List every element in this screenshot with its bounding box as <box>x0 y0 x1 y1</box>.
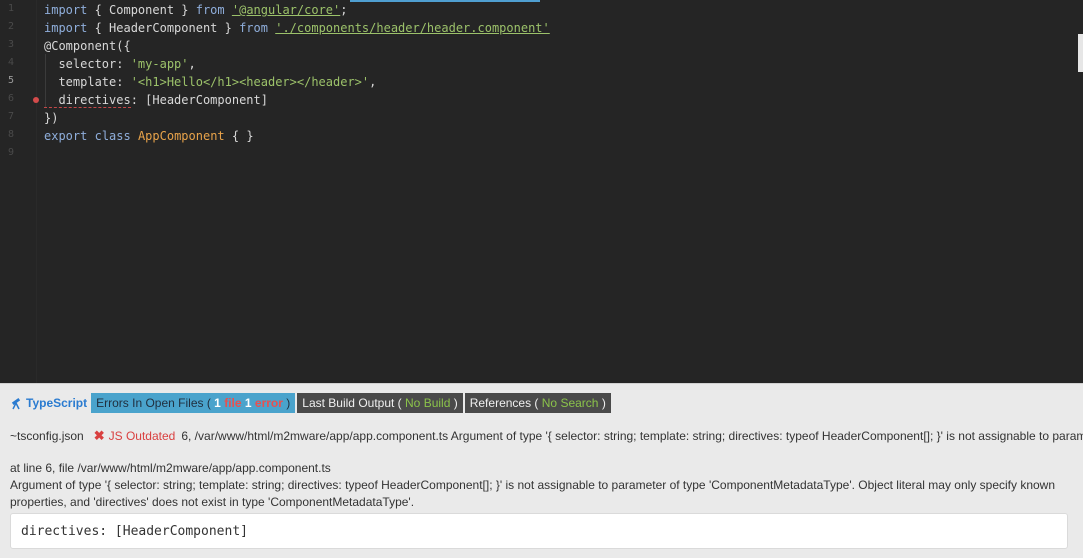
typescript-brand[interactable]: TypeScript <box>10 396 87 410</box>
module-path-link[interactable]: './components/header/header.component' <box>275 21 550 35</box>
line-number: 7 <box>7 111 14 122</box>
error-code-snippet: directives: [HeaderComponent] <box>10 513 1068 549</box>
line-number: 2 <box>7 21 14 32</box>
code-line-5[interactable]: template: '<h1>Hello</h1><header></heade… <box>44 73 376 91</box>
brand-label: TypeScript <box>26 396 88 410</box>
line-number: 8 <box>7 129 14 140</box>
code-line-2[interactable]: import { HeaderComponent } from './compo… <box>44 19 550 37</box>
editor-tab-indicator <box>350 0 540 2</box>
line-number-active: 5 <box>7 75 14 86</box>
panel-tabbar: TypeScript Errors In Open Files ( 1 file… <box>0 393 613 413</box>
app-window: 1 2 3 4 5 6 7 8 9 import { Component } f… <box>0 0 1083 558</box>
status-message: 6, /var/www/html/m2mware/app/app.compone… <box>181 429 1083 443</box>
tab-errors-in-open-files[interactable]: Errors In Open Files ( 1 file 1 error ) <box>91 393 296 413</box>
module-path-link[interactable]: '@angular/core' <box>232 3 340 17</box>
code-editor[interactable]: 1 2 3 4 5 6 7 8 9 import { Component } f… <box>0 0 1083 383</box>
error-location[interactable]: at line 6, file /var/www/html/m2mware/ap… <box>10 460 1070 477</box>
code-line-8[interactable]: export class AppComponent { } <box>44 127 254 145</box>
scrollbar-thumb[interactable] <box>1078 34 1083 72</box>
line-gutter: 1 2 3 4 5 6 7 8 9 <box>0 0 37 383</box>
tsconfig-link[interactable]: ~tsconfig.json <box>10 429 84 443</box>
code-line-7[interactable]: }) <box>44 109 58 127</box>
code-line-3[interactable]: @Component({ <box>44 37 131 55</box>
line-number: 3 <box>7 39 14 50</box>
status-row: ~tsconfig.json ✖ JS Outdated 6, /var/www… <box>10 428 1083 444</box>
error-message: Argument of type '{ selector: string; te… <box>10 478 1056 509</box>
typescript-panel: TypeScript Errors In Open Files ( 1 file… <box>0 383 1083 558</box>
tab-last-build-output[interactable]: Last Build Output ( No Build ) <box>297 393 463 413</box>
line-number: 9 <box>7 147 14 158</box>
js-outdated-status[interactable]: JS Outdated <box>109 429 176 443</box>
line-number: 6 <box>7 93 14 104</box>
error-detail: at line 6, file /var/www/html/m2mware/ap… <box>10 460 1070 511</box>
code-line-1[interactable]: import { Component } from '@angular/core… <box>44 1 347 19</box>
code-line-6[interactable]: directives: [HeaderComponent] <box>44 91 268 109</box>
code-line-4[interactable]: selector: 'my-app', <box>44 55 195 73</box>
close-icon: ✖ <box>93 428 105 443</box>
tab-references[interactable]: References ( No Search ) <box>464 393 611 413</box>
line-number: 1 <box>7 3 14 14</box>
line-number: 4 <box>7 57 14 68</box>
error-squiggle[interactable]: directives <box>44 93 131 108</box>
error-marker-icon[interactable] <box>33 97 39 103</box>
telescope-icon <box>11 397 21 409</box>
